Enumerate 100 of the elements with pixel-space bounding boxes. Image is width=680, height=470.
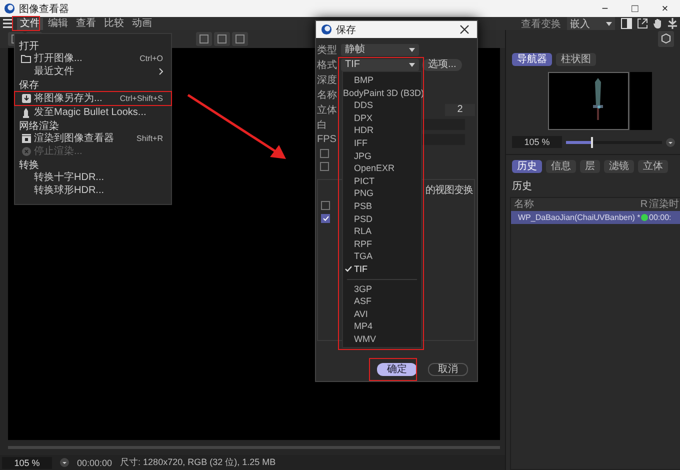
format-option[interactable]: OpenEXR <box>343 162 421 175</box>
checkbox[interactable] <box>321 214 330 223</box>
stop-icon <box>22 147 30 156</box>
format-option[interactable]: PNG <box>343 187 421 200</box>
zoom-field[interactable]: 105 % <box>512 136 562 148</box>
menu-entry-label: 转换球形HDR... <box>34 184 104 197</box>
field-label: FPS <box>317 134 338 145</box>
zoom-field[interactable]: 105 % <box>2 456 52 468</box>
options-button[interactable]: 选项... <box>422 58 462 70</box>
format-option[interactable]: TGA <box>343 250 421 263</box>
view-transform-label: 查看变换 <box>521 18 561 30</box>
dropdown-icon[interactable] <box>60 458 69 467</box>
menu-entry-label: 停止渲染... <box>34 145 82 158</box>
format-option[interactable]: BodyPaint 3D (B3D) <box>343 86 421 100</box>
field-label: 深度 <box>317 74 338 86</box>
menu-item[interactable]: 查看 <box>73 18 99 30</box>
menu-entry-label: 渲染到图像查看器 <box>34 132 114 145</box>
window-title: 图像查看器 <box>19 2 69 16</box>
panel-tab[interactable]: 历史 <box>512 160 542 173</box>
format-option[interactable]: ASF <box>343 295 421 308</box>
cancel-button[interactable]: 取消 <box>428 363 468 376</box>
image-info-text: 尺寸: 1280x720, RGB (32 位), 1.25 MB <box>120 456 276 469</box>
panel-tab[interactable]: 信息 <box>546 160 576 173</box>
menu-entry[interactable]: 发至Magic Bullet Looks... <box>15 106 171 119</box>
menu-section-heading: 网络渲染 <box>18 121 60 132</box>
format-option[interactable]: WMV <box>343 332 421 346</box>
panel-tab[interactable]: 立体 <box>638 160 668 173</box>
time-text: 00:00:00 <box>77 458 112 468</box>
format-option[interactable]: PICT <box>343 174 421 188</box>
format-option[interactable]: AVI <box>343 308 421 320</box>
panel-tab[interactable]: 柱状图 <box>556 53 596 66</box>
menu-item[interactable]: 编辑 <box>45 18 71 30</box>
close-icon[interactable] <box>460 25 469 34</box>
format-option[interactable]: DDS <box>343 99 421 112</box>
dropdown-icon[interactable] <box>666 138 675 146</box>
stereo-field[interactable]: 2 <box>445 104 475 116</box>
caret-icon <box>409 62 415 66</box>
menu-item[interactable]: 动画 <box>129 18 155 30</box>
download-icon <box>22 94 30 103</box>
app-logo-icon <box>4 3 15 14</box>
menu-item[interactable]: 文件 <box>17 18 43 30</box>
menu-entry-label: 最近文件 <box>34 65 74 78</box>
checkbox[interactable] <box>320 149 329 158</box>
menu-entry-label: 转换十字HDR... <box>34 171 104 184</box>
format-option[interactable]: MP4 <box>343 320 421 333</box>
menu-entry-label: 打开图像... <box>34 52 82 65</box>
external-link-icon[interactable] <box>637 18 648 29</box>
checkbox[interactable] <box>320 162 329 171</box>
panel-tab[interactable]: 导航器 <box>512 53 552 66</box>
panel-tab[interactable]: 滤镜 <box>604 160 634 173</box>
format-dropdown[interactable]: TIF <box>341 58 419 70</box>
menu-icon[interactable] <box>3 19 13 28</box>
folder-icon <box>21 54 31 62</box>
menu-entry[interactable]: 最近文件 <box>15 65 171 78</box>
app-logo-icon <box>321 24 332 35</box>
menu-section-heading: 转换 <box>18 160 40 171</box>
menu-entry[interactable]: 转换球形HDR... <box>15 184 171 197</box>
menu-section-heading: 保存 <box>18 80 40 91</box>
view-transform-dropdown[interactable]: 嵌入 <box>567 16 615 30</box>
window-control-button[interactable]: × <box>650 2 680 14</box>
menu-section-heading: 打开 <box>18 41 40 52</box>
menu-item[interactable]: 比较 <box>101 18 127 30</box>
format-option[interactable]: RLA <box>343 225 421 238</box>
column-header[interactable]: 渲染时 <box>649 198 680 211</box>
window-control-button[interactable]: □ <box>620 2 650 14</box>
clapper-icon <box>22 134 30 143</box>
column-header[interactable]: R <box>639 198 649 211</box>
caret-icon <box>606 22 612 26</box>
format-option[interactable]: PSD <box>343 212 421 226</box>
checkbox[interactable] <box>321 201 330 210</box>
format-option[interactable]: IFF <box>343 136 421 150</box>
shortcut-text: Ctrl+O <box>140 53 163 65</box>
panel-icon[interactable] <box>621 18 632 29</box>
toolbar-icon[interactable] <box>196 32 212 46</box>
shortcut-text: Ctrl+Shift+S <box>120 93 163 105</box>
history-row[interactable]: WP_DaBaoJian(ChaiUVBanben) * 00:00: <box>511 211 680 224</box>
column-header[interactable]: 名称 <box>511 198 639 211</box>
menu-entry-label: 发至Magic Bullet Looks... <box>34 106 146 119</box>
menu-entry[interactable]: 将图像另存为... Ctrl+Shift+S <box>15 92 171 105</box>
panel-tab[interactable]: 层 <box>580 160 600 173</box>
field-label: 白 <box>317 118 328 132</box>
format-option[interactable]: TIF <box>343 262 421 276</box>
format-option[interactable]: DPX <box>343 112 421 124</box>
window-control-button[interactable]: − <box>590 2 620 14</box>
menu-entry[interactable]: 打开图像... Ctrl+O <box>15 52 171 65</box>
format-option[interactable]: PSB <box>343 200 421 213</box>
type-dropdown[interactable]: 静帧 <box>341 44 419 56</box>
menu-entry[interactable]: 渲染到图像查看器 Shift+R <box>15 132 171 145</box>
format-option[interactable]: RPF <box>343 238 421 250</box>
format-option[interactable]: 3GP <box>343 282 421 296</box>
toolbar-icon[interactable] <box>232 32 248 46</box>
toolbar-icon[interactable] <box>214 32 230 46</box>
format-option[interactable]: BMP <box>343 74 421 87</box>
hand-icon[interactable] <box>653 18 663 29</box>
format-option[interactable]: HDR <box>343 124 421 137</box>
confirm-button[interactable]: 确定 <box>377 363 417 376</box>
menu-entry[interactable]: 转换十字HDR... <box>15 171 171 184</box>
option-label: 的视图变换 <box>426 184 473 197</box>
menu-entry-label: 将图像另存为... <box>34 92 102 105</box>
format-option[interactable]: JPG <box>343 150 421 162</box>
